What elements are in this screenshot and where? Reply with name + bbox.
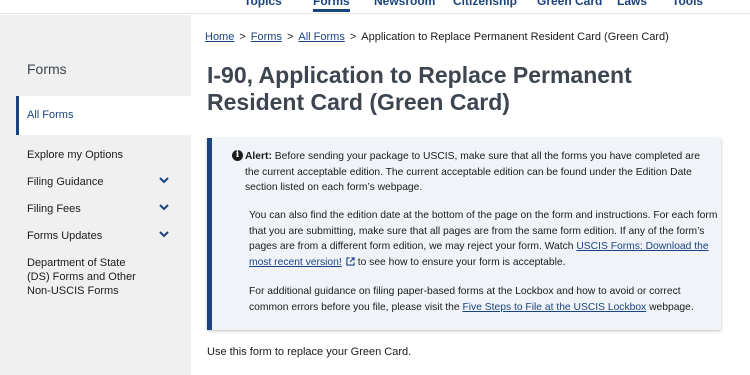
chevron-down-icon[interactable] [158, 174, 170, 186]
nav-newsroom[interactable]: Newsroom [374, 0, 435, 8]
page-title: I-90, Application to Replace Permanent R… [207, 62, 632, 115]
breadcrumb-forms[interactable]: Forms [251, 31, 282, 43]
sidebar-item-forms-updates[interactable]: Forms Updates [27, 229, 102, 243]
nav-topics[interactable]: Topics [244, 0, 282, 8]
sidebar-item-ds-forms[interactable]: Department of State (DS) Forms and Other… [27, 256, 147, 298]
alert-box: i Alert: Before sending your package to … [207, 138, 721, 330]
nav-forms[interactable]: Forms [313, 0, 350, 12]
nav-laws[interactable]: Laws [617, 0, 647, 8]
nav-citizenship[interactable]: Citizenship [453, 0, 517, 8]
chevron-down-icon[interactable] [158, 228, 170, 240]
sidebar-item-label: All Forms [27, 109, 74, 121]
info-icon: i [232, 150, 243, 161]
alert-text-1: Before sending your package to USCIS, ma… [245, 151, 701, 193]
breadcrumb-all-forms[interactable]: All Forms [298, 31, 344, 43]
nav-green-card[interactable]: Green Card [537, 0, 602, 8]
chevron-down-icon[interactable] [158, 201, 170, 213]
sidebar-item-filing-fees[interactable]: Filing Fees [27, 202, 81, 216]
five-steps-lockbox-link[interactable]: Five Steps to File at the USCIS Lockbox [462, 302, 646, 313]
sidebar-item-filing-guidance[interactable]: Filing Guidance [27, 175, 103, 189]
sidebar: Forms All Forms Explore my Options Filin… [0, 15, 191, 375]
breadcrumb-home[interactable]: Home [205, 31, 234, 43]
alert-paragraph-2: You can also find the edition date at th… [249, 208, 719, 270]
alert-text-3-after: webpage. [649, 301, 694, 313]
top-navigation: Topics Forms Newsroom Citizenship Green … [0, 0, 750, 14]
alert-paragraph-1: Alert: Before sending your package to US… [245, 149, 715, 196]
nav-tools[interactable]: Tools [672, 0, 703, 8]
sidebar-item-all-forms[interactable]: All Forms [16, 96, 191, 135]
breadcrumb-current: Application to Replace Permanent Residen… [361, 31, 669, 43]
external-link-icon [346, 256, 355, 266]
alert-text-2-after: to see how to ensure your form is accept… [357, 256, 566, 268]
alert-label: Alert: [245, 151, 272, 162]
form-description: Use this form to replace your Green Card… [207, 346, 412, 358]
sidebar-item-explore-options[interactable]: Explore my Options [27, 148, 123, 162]
alert-paragraph-3: For additional guidance on filing paper-… [249, 284, 719, 315]
breadcrumb: Home > Forms > All Forms > Application to Repl… [205, 31, 669, 43]
sidebar-title: Forms [27, 61, 67, 77]
